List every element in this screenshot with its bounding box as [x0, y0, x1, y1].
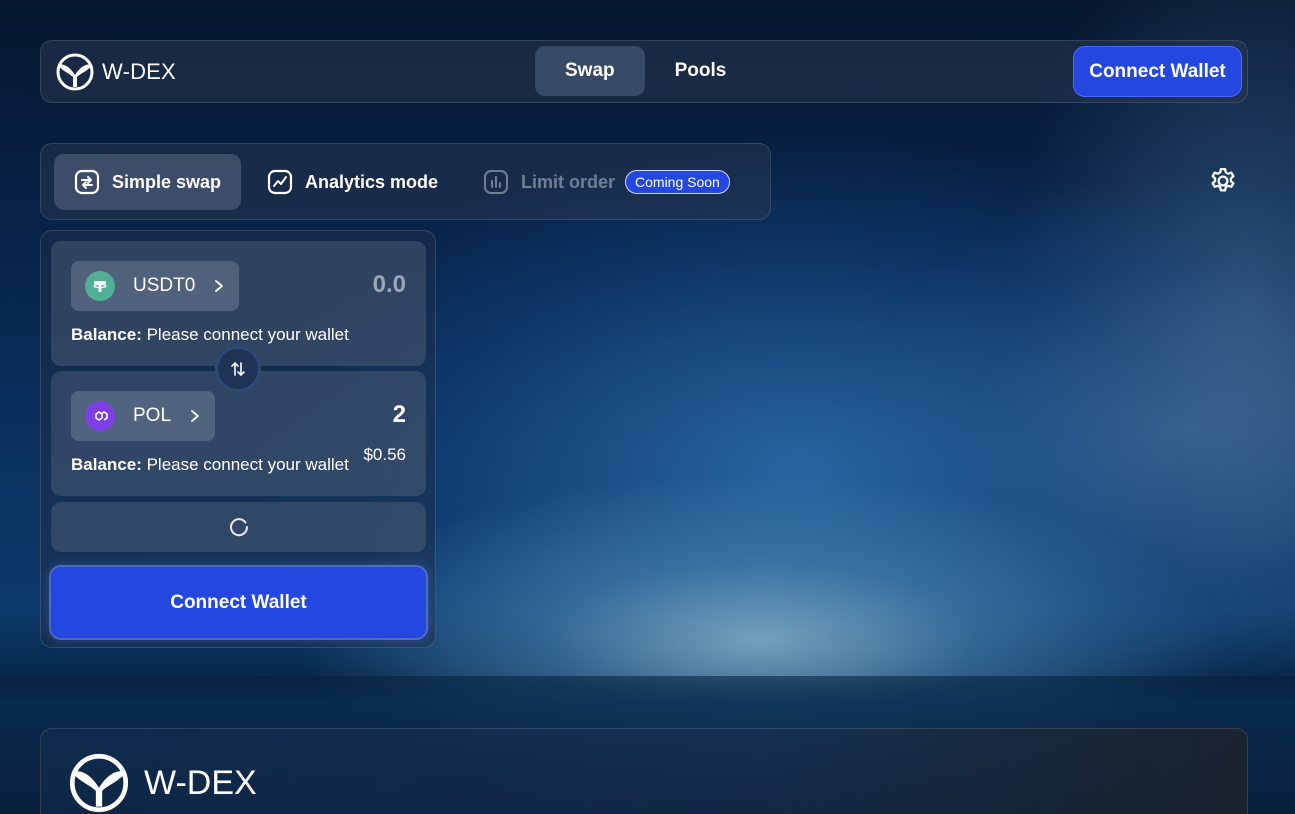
connect-wallet-button[interactable]: Connect Wallet: [1073, 46, 1242, 97]
brand-name: W-DEX: [102, 59, 176, 84]
bar-chart-icon: [484, 170, 508, 194]
to-balance-text: Please connect your wallet: [141, 455, 349, 474]
from-amount-input[interactable]: 0.0: [373, 271, 406, 299]
whale-tail-icon: [56, 53, 94, 91]
brand[interactable]: W-DEX: [54, 53, 176, 91]
chart-line-icon: [267, 169, 293, 195]
from-token-selector[interactable]: USDT0: [71, 261, 240, 311]
usdt-icon: [85, 271, 115, 301]
quote-info-bar: [51, 502, 426, 552]
tab-analytics-mode[interactable]: Analytics mode: [247, 154, 458, 210]
tab-analytics-mode-label: Analytics mode: [305, 171, 439, 192]
to-balance: Balance: Please connect your wallet: [71, 455, 349, 475]
to-balance-label: Balance:: [71, 455, 142, 474]
swap-arrows-icon: [74, 169, 100, 195]
footer-brand[interactable]: W-DEX: [66, 753, 257, 813]
whale-tail-icon: [69, 753, 129, 813]
tab-limit-order-label: Limit order: [521, 171, 616, 192]
from-token-symbol: USDT0: [133, 275, 196, 296]
to-token-symbol: POL: [133, 405, 172, 426]
swap-mode-tabs: Simple swap Analytics mode Limit order C…: [40, 143, 771, 220]
gear-icon[interactable]: [1208, 166, 1238, 196]
to-token-selector[interactable]: POL: [71, 391, 216, 441]
from-balance-text: Please connect your wallet: [141, 325, 349, 344]
swap-vertical-icon: [231, 362, 245, 376]
connect-wallet-main-button[interactable]: Connect Wallet: [51, 567, 426, 638]
footer: W-DEX: [40, 728, 1248, 814]
switch-tokens-button[interactable]: [215, 346, 261, 392]
main-nav: Swap Pools: [535, 46, 756, 96]
polygon-icon: [85, 401, 115, 431]
nav-swap[interactable]: Swap: [535, 46, 645, 96]
to-amount-input[interactable]: 2: [393, 401, 406, 429]
swap-card: USDT0 0.0 Balance: Please connect your w…: [40, 230, 436, 648]
tab-simple-swap-label: Simple swap: [112, 171, 222, 192]
tab-limit-order: Limit order Coming Soon: [463, 154, 750, 210]
nav-pools[interactable]: Pools: [645, 46, 757, 96]
coming-soon-badge: Coming Soon: [625, 170, 730, 194]
footer-brand-name: W-DEX: [144, 763, 257, 802]
from-balance-label: Balance:: [71, 325, 142, 344]
chevron-right-icon: [215, 280, 224, 292]
to-amount-usd: $0.56: [363, 445, 406, 464]
chevron-right-icon: [191, 410, 199, 422]
from-balance: Balance: Please connect your wallet: [71, 325, 349, 345]
top-navbar: W-DEX Swap Pools Connect Wallet: [40, 40, 1248, 103]
loading-spinner-icon: [229, 518, 248, 537]
tab-simple-swap[interactable]: Simple swap: [54, 154, 242, 210]
